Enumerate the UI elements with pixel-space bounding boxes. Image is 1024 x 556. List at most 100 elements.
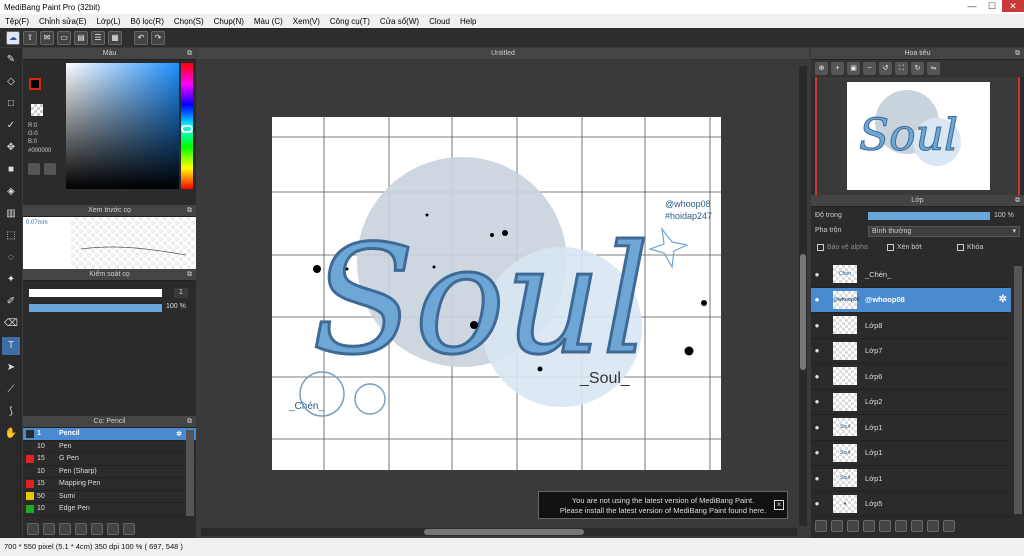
eye-icon[interactable]: ● — [811, 423, 823, 432]
add-brush-icon[interactable] — [43, 523, 55, 535]
menu-help[interactable]: Help — [455, 17, 481, 26]
undo-icon[interactable]: ↶ — [134, 30, 148, 45]
bucket-tool-icon[interactable]: ◈ — [2, 183, 20, 201]
brush-item[interactable]: 15 Mapping Pen — [23, 478, 196, 491]
palette-icon[interactable] — [28, 163, 40, 175]
menu-file[interactable]: Tệp(F) — [0, 17, 34, 26]
saturation-value-picker[interactable] — [66, 63, 179, 189]
select-pen-icon[interactable]: ✐ — [2, 293, 20, 311]
magic-wand-icon[interactable]: ✦ — [2, 271, 20, 289]
brush-size-slider[interactable] — [29, 289, 162, 297]
zoom-actual-icon[interactable]: ▣ — [847, 62, 860, 75]
layer-row[interactable]: ● Soul Lớp1 — [811, 441, 1011, 466]
cloud-brush-icon[interactable] — [27, 523, 39, 535]
move-tool-icon[interactable]: ✥ — [2, 139, 20, 157]
trash-icon[interactable] — [123, 523, 135, 535]
grid-icon[interactable]: ▦ — [108, 30, 122, 45]
pin-icon[interactable]: ⧉ — [187, 48, 192, 60]
canvas-horizontal-scrollbar[interactable] — [201, 528, 797, 536]
menu-tools[interactable]: Công cụ(T) — [325, 17, 375, 26]
protect-alpha-checkbox[interactable]: Bảo vệ alpha — [817, 244, 868, 251]
hue-slider-knob[interactable] — [181, 125, 193, 133]
layer-row[interactable]: ● Soul Lớp1 — [811, 415, 1011, 441]
menu-cloud[interactable]: Cloud — [424, 17, 455, 26]
cloud-icon[interactable]: ☁ — [6, 30, 20, 45]
blend-mode-select[interactable]: Bình thường ▾ — [868, 226, 1020, 237]
operation-tool-icon[interactable]: ➤ — [2, 359, 20, 377]
lasso-tool-icon[interactable]: ◌ — [2, 249, 20, 267]
eye-icon[interactable]: ● — [811, 295, 823, 304]
layer-opacity-slider[interactable] — [868, 212, 990, 220]
zoom-out-icon[interactable]: − — [863, 62, 876, 75]
rotate-right-icon[interactable]: ↻ — [911, 62, 924, 75]
gear-icon[interactable]: ✲ — [176, 430, 182, 438]
menu-view[interactable]: Xem(V) — [288, 17, 325, 26]
eye-icon[interactable]: ● — [811, 346, 823, 355]
brush-item[interactable]: 15 G Pen — [23, 453, 196, 466]
list-icon[interactable]: ☰ — [91, 30, 105, 45]
lock-checkbox[interactable]: Khóa — [957, 244, 983, 251]
eyedropper-tool-icon[interactable]: ⟆ — [2, 403, 20, 421]
layer-row[interactable]: ● Chén _Chén_ — [811, 262, 1011, 288]
minimize-button[interactable]: — — [962, 0, 982, 12]
duplicate-layer-icon[interactable] — [895, 520, 907, 532]
pin-icon[interactable]: ⧉ — [187, 205, 192, 217]
new-8bit-layer-icon[interactable] — [847, 520, 859, 532]
close-notice-icon[interactable]: × — [774, 500, 784, 510]
comment-icon[interactable]: ✉ — [40, 30, 54, 45]
menu-filter[interactable]: Bộ lọc(R) — [126, 17, 169, 26]
pin-icon[interactable]: ⧉ — [187, 269, 192, 281]
eye-icon[interactable]: ● — [811, 372, 823, 381]
hand-tool-icon[interactable]: ✋ — [2, 425, 20, 443]
transparent-swatch[interactable] — [31, 104, 43, 116]
layer-row[interactable]: ● Soul Lớp1 — [811, 466, 1011, 492]
flip-icon[interactable]: ⇋ — [927, 62, 940, 75]
brush-item[interactable]: 10 Pen — [23, 441, 196, 453]
eye-icon[interactable]: ● — [811, 270, 823, 279]
layer-row[interactable]: ● Lớp7 — [811, 339, 1011, 364]
merge-layer-icon[interactable] — [911, 520, 923, 532]
fill-rect-tool-icon[interactable]: ■ — [2, 161, 20, 179]
upload-icon[interactable]: ⇪ — [23, 30, 37, 45]
eye-icon[interactable]: ● — [811, 474, 823, 483]
layer-row[interactable]: ● Lớp6 — [811, 364, 1011, 390]
folder-icon[interactable] — [91, 523, 103, 535]
dropper-icon[interactable] — [44, 163, 56, 175]
rotate-left-icon[interactable]: ↺ — [879, 62, 892, 75]
message-icon[interactable]: ▭ — [57, 30, 71, 45]
copy-brush-icon[interactable] — [75, 523, 87, 535]
clipping-checkbox[interactable]: Xén bớt — [887, 244, 922, 251]
eye-icon[interactable]: ● — [811, 397, 823, 406]
layer-row[interactable]: ● ● Lớp5 — [811, 492, 1011, 517]
brush-item[interactable]: 1 Pencil ✲ — [23, 428, 196, 441]
rectangle-tool-icon[interactable]: □ — [2, 95, 20, 113]
divide-tool-icon[interactable]: ⟋ — [2, 381, 20, 399]
gradient-tool-icon[interactable]: ▥ — [2, 205, 20, 223]
zoom-in-icon[interactable]: + — [831, 62, 844, 75]
menu-color[interactable]: Màu (C) — [249, 17, 288, 26]
brush-size-value[interactable]: 1 — [174, 288, 188, 298]
document-icon[interactable]: ▤ — [74, 30, 88, 45]
menu-select[interactable]: Chọn(S) — [169, 17, 209, 26]
layer-row[interactable]: ● Lớp2 — [811, 390, 1011, 415]
canvas-tab[interactable]: Untitled — [197, 48, 809, 59]
select-tool-icon[interactable]: ⬚ — [2, 227, 20, 245]
layer-list-scrollbar[interactable] — [1014, 266, 1022, 514]
new-layer-icon[interactable] — [815, 520, 827, 532]
eraser-tool-icon[interactable]: ◇ — [2, 73, 20, 91]
duplicate-icon[interactable] — [107, 523, 119, 535]
gear-icon[interactable]: ✲ — [999, 294, 1007, 305]
brush-item[interactable]: 10 Pen (Sharp) — [23, 466, 196, 478]
check-tool-icon[interactable]: ✓ — [2, 117, 20, 135]
brush-list-scrollbar[interactable] — [186, 430, 194, 516]
brush-item[interactable]: 50 Sumi — [23, 491, 196, 503]
pin-icon[interactable]: ⧉ — [187, 416, 192, 428]
layer-menu-icon[interactable] — [863, 520, 875, 532]
brush-opacity-slider[interactable] — [29, 304, 162, 312]
eye-icon[interactable]: ● — [811, 321, 823, 330]
fit-screen-icon[interactable]: ⛶ — [895, 62, 908, 75]
brush-menu-icon[interactable] — [59, 523, 71, 535]
zoom-fit-icon[interactable]: ⊕ — [815, 62, 828, 75]
layer-row[interactable]: ● Lớp8 — [811, 313, 1011, 339]
brush-item[interactable]: 10 Edge Pen — [23, 503, 196, 516]
